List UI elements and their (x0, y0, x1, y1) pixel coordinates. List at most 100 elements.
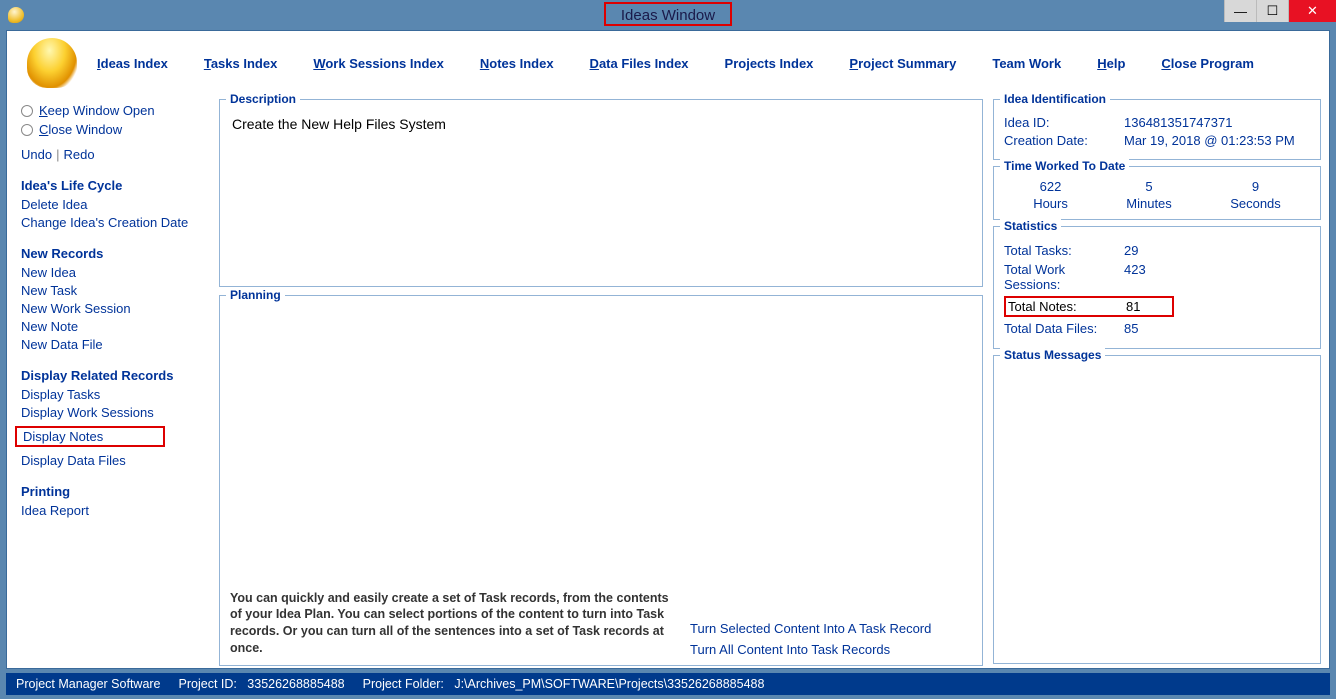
planning-fieldset: Planning You can quickly and easily crea… (219, 295, 983, 666)
content-area: Ideas Index Tasks Index Work Sessions In… (6, 30, 1330, 669)
time-worked-fieldset: Time Worked To Date 622 Hours 5 Minutes … (993, 166, 1321, 220)
total-df-value: 85 (1124, 321, 1138, 336)
creation-date-label: Creation Date: (1004, 133, 1114, 148)
undo-link[interactable]: Undo (21, 147, 52, 162)
menu-work-sessions-index[interactable]: Work Sessions Index (313, 56, 444, 71)
minutes-value: 5 (1126, 179, 1172, 194)
menu-notes-index[interactable]: Notes Index (480, 56, 554, 71)
new-records-heading: New Records (21, 246, 207, 261)
printing-heading: Printing (21, 484, 207, 499)
statistics-fieldset: Statistics Total Tasks: 29 Total Work Se… (993, 226, 1321, 349)
redo-link[interactable]: Redo (63, 147, 94, 162)
change-creation-date-link[interactable]: Change Idea's Creation Date (21, 215, 207, 230)
planning-content[interactable] (230, 308, 972, 584)
menu-tasks-index[interactable]: Tasks Index (204, 56, 277, 71)
turn-selected-link[interactable]: Turn Selected Content Into A Task Record (690, 621, 931, 636)
delete-idea-link[interactable]: Delete Idea (21, 197, 207, 212)
keep-window-open-label: Keep Window Open (39, 103, 155, 118)
undo-redo-separator: | (56, 147, 59, 162)
idea-identification-fieldset: Idea Identification Idea ID: 13648135174… (993, 99, 1321, 160)
footer-app-name: Project Manager Software (16, 677, 161, 691)
main-menu: Ideas Index Tasks Index Work Sessions In… (97, 56, 1254, 71)
menu-data-files-index[interactable]: Data Files Index (590, 56, 689, 71)
undo-redo-row: Undo | Redo (21, 147, 207, 162)
title-highlight-box (604, 2, 732, 26)
new-note-link[interactable]: New Note (21, 319, 207, 334)
idea-id-label: Idea ID: (1004, 115, 1114, 130)
description-text[interactable]: Create the New Help Files System (230, 112, 972, 136)
planning-links: Turn Selected Content Into A Task Record… (690, 621, 931, 657)
total-df-label: Total Data Files: (1004, 321, 1124, 336)
footer-project-folder-label: Project Folder: (363, 677, 444, 691)
minutes-col: 5 Minutes (1126, 179, 1172, 211)
time-worked-row: 622 Hours 5 Minutes 9 Seconds (1004, 179, 1310, 211)
sidebar: Keep Window Open Close Window Undo | Red… (7, 95, 217, 668)
description-fieldset: Description Create the New Help Files Sy… (219, 99, 983, 287)
total-ws-row: Total Work Sessions: 423 (1004, 262, 1310, 292)
minimize-button[interactable]: — (1224, 0, 1256, 22)
main-column: Description Create the New Help Files Sy… (217, 95, 989, 668)
display-data-files-link[interactable]: Display Data Files (21, 453, 207, 468)
body-columns: Keep Window Open Close Window Undo | Red… (7, 95, 1329, 668)
status-messages-fieldset: Status Messages (993, 355, 1321, 664)
new-work-session-link[interactable]: New Work Session (21, 301, 207, 316)
idea-id-value: 136481351747371 (1124, 115, 1232, 130)
close-window-radio[interactable]: Close Window (21, 122, 207, 137)
hours-label: Hours (1033, 196, 1068, 211)
hours-value: 622 (1033, 179, 1068, 194)
display-related-heading: Display Related Records (21, 368, 207, 383)
menu-ideas-index[interactable]: Ideas Index (97, 56, 168, 71)
display-work-sessions-link[interactable]: Display Work Sessions (21, 405, 207, 420)
total-tasks-value: 29 (1124, 243, 1138, 258)
idea-report-link[interactable]: Idea Report (21, 503, 207, 518)
idea-identification-legend: Idea Identification (1000, 92, 1110, 106)
seconds-col: 9 Seconds (1230, 179, 1281, 211)
titlebar: Ideas Window — ☐ ✕ (0, 0, 1336, 30)
total-notes-highlight: Total Notes: 81 (1004, 296, 1174, 317)
footer-project-folder: Project Folder: J:\Archives_PM\SOFTWARE\… (363, 677, 765, 691)
total-ws-label: Total Work Sessions: (1004, 262, 1124, 292)
menu-team-work[interactable]: Team Work (992, 56, 1061, 71)
turn-all-link[interactable]: Turn All Content Into Task Records (690, 642, 931, 657)
right-column: Idea Identification Idea ID: 13648135174… (989, 95, 1329, 668)
creation-date-row: Creation Date: Mar 19, 2018 @ 01:23:53 P… (1004, 133, 1310, 148)
total-tasks-label: Total Tasks: (1004, 243, 1124, 258)
app-logo-icon (27, 38, 77, 88)
statistics-legend: Statistics (1000, 219, 1061, 233)
new-task-link[interactable]: New Task (21, 283, 207, 298)
total-df-row: Total Data Files: 85 (1004, 321, 1310, 336)
minutes-label: Minutes (1126, 196, 1172, 211)
status-messages-legend: Status Messages (1000, 348, 1105, 362)
new-idea-link[interactable]: New Idea (21, 265, 207, 280)
close-button[interactable]: ✕ (1288, 0, 1336, 22)
status-bar: Project Manager Software Project ID: 335… (6, 673, 1330, 695)
total-notes-value: 81 (1126, 299, 1140, 314)
footer-project-id: Project ID: 33526268885488 (179, 677, 345, 691)
footer-project-id-label: Project ID: (179, 677, 237, 691)
seconds-label: Seconds (1230, 196, 1281, 211)
menu-projects-index[interactable]: Projects Index (725, 56, 814, 71)
radio-icon (21, 105, 33, 117)
creation-date-value: Mar 19, 2018 @ 01:23:53 PM (1124, 133, 1295, 148)
seconds-value: 9 (1230, 179, 1281, 194)
footer-project-id-value: 33526268885488 (247, 677, 344, 691)
idea-id-row: Idea ID: 136481351747371 (1004, 115, 1310, 130)
top-toolbar: Ideas Index Tasks Index Work Sessions In… (7, 31, 1329, 95)
footer-project-folder-value: J:\Archives_PM\SOFTWARE\Projects\3352626… (454, 677, 764, 691)
display-tasks-link[interactable]: Display Tasks (21, 387, 207, 402)
total-ws-value: 423 (1124, 262, 1146, 292)
menu-help[interactable]: Help (1097, 56, 1125, 71)
menu-project-summary[interactable]: Project Summary (849, 56, 956, 71)
window-controls: — ☐ ✕ (1224, 0, 1336, 22)
keep-window-open-radio[interactable]: Keep Window Open (21, 103, 207, 118)
app-titlebar-icon (8, 7, 24, 23)
close-window-label: Close Window (39, 122, 122, 137)
display-notes-link[interactable]: Display Notes (15, 426, 165, 447)
maximize-button[interactable]: ☐ (1256, 0, 1288, 22)
description-legend: Description (226, 92, 300, 106)
total-notes-label: Total Notes: (1008, 299, 1126, 314)
planning-hint-text: You can quickly and easily create a set … (230, 590, 670, 658)
hours-col: 622 Hours (1033, 179, 1068, 211)
new-data-file-link[interactable]: New Data File (21, 337, 207, 352)
menu-close-program[interactable]: Close Program (1161, 56, 1253, 71)
